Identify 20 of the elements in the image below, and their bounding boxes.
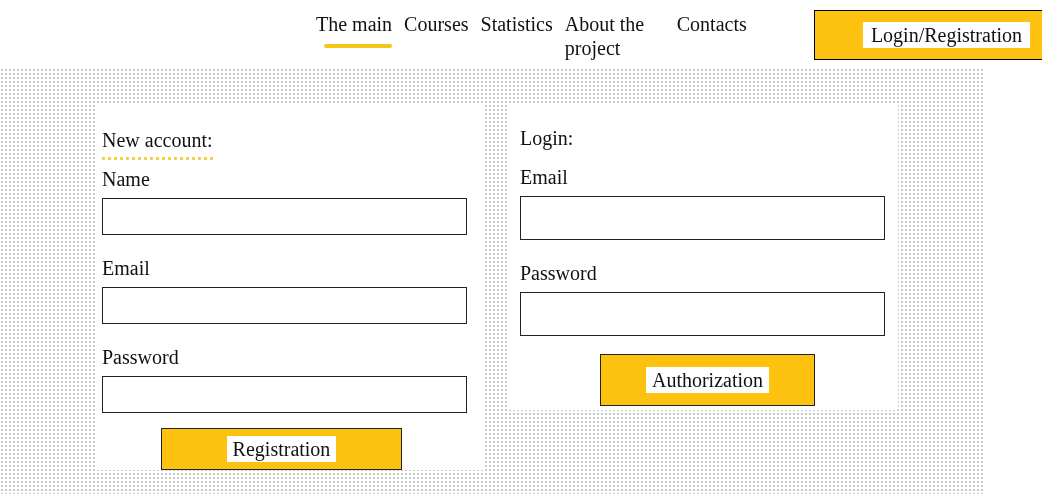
input-field[interactable] — [102, 287, 467, 324]
field-label: Password — [520, 261, 597, 286]
form-heading: New account: — [102, 127, 213, 160]
input-field[interactable] — [520, 196, 885, 240]
field-label: Password — [102, 345, 179, 370]
nav-link[interactable]: Courses — [404, 12, 469, 50]
input-field[interactable] — [102, 198, 467, 235]
input-field[interactable] — [102, 376, 467, 413]
input-field[interactable] — [520, 292, 885, 336]
submit-button[interactable]: Registration — [161, 428, 402, 470]
field-label: Email — [520, 165, 568, 190]
login-registration-button[interactable]: Login/Registration — [814, 10, 1042, 60]
submit-button[interactable]: Authorization — [600, 354, 815, 406]
field-label: Email — [102, 256, 150, 281]
nav-link[interactable]: Statistics — [480, 12, 553, 50]
field-label: Name — [102, 167, 150, 192]
nav-link[interactable]: Contacts — [676, 12, 747, 50]
nav-link[interactable]: The main — [316, 12, 393, 50]
form-heading: Login: — [520, 126, 574, 152]
nav-link[interactable]: About the project — [564, 12, 665, 74]
